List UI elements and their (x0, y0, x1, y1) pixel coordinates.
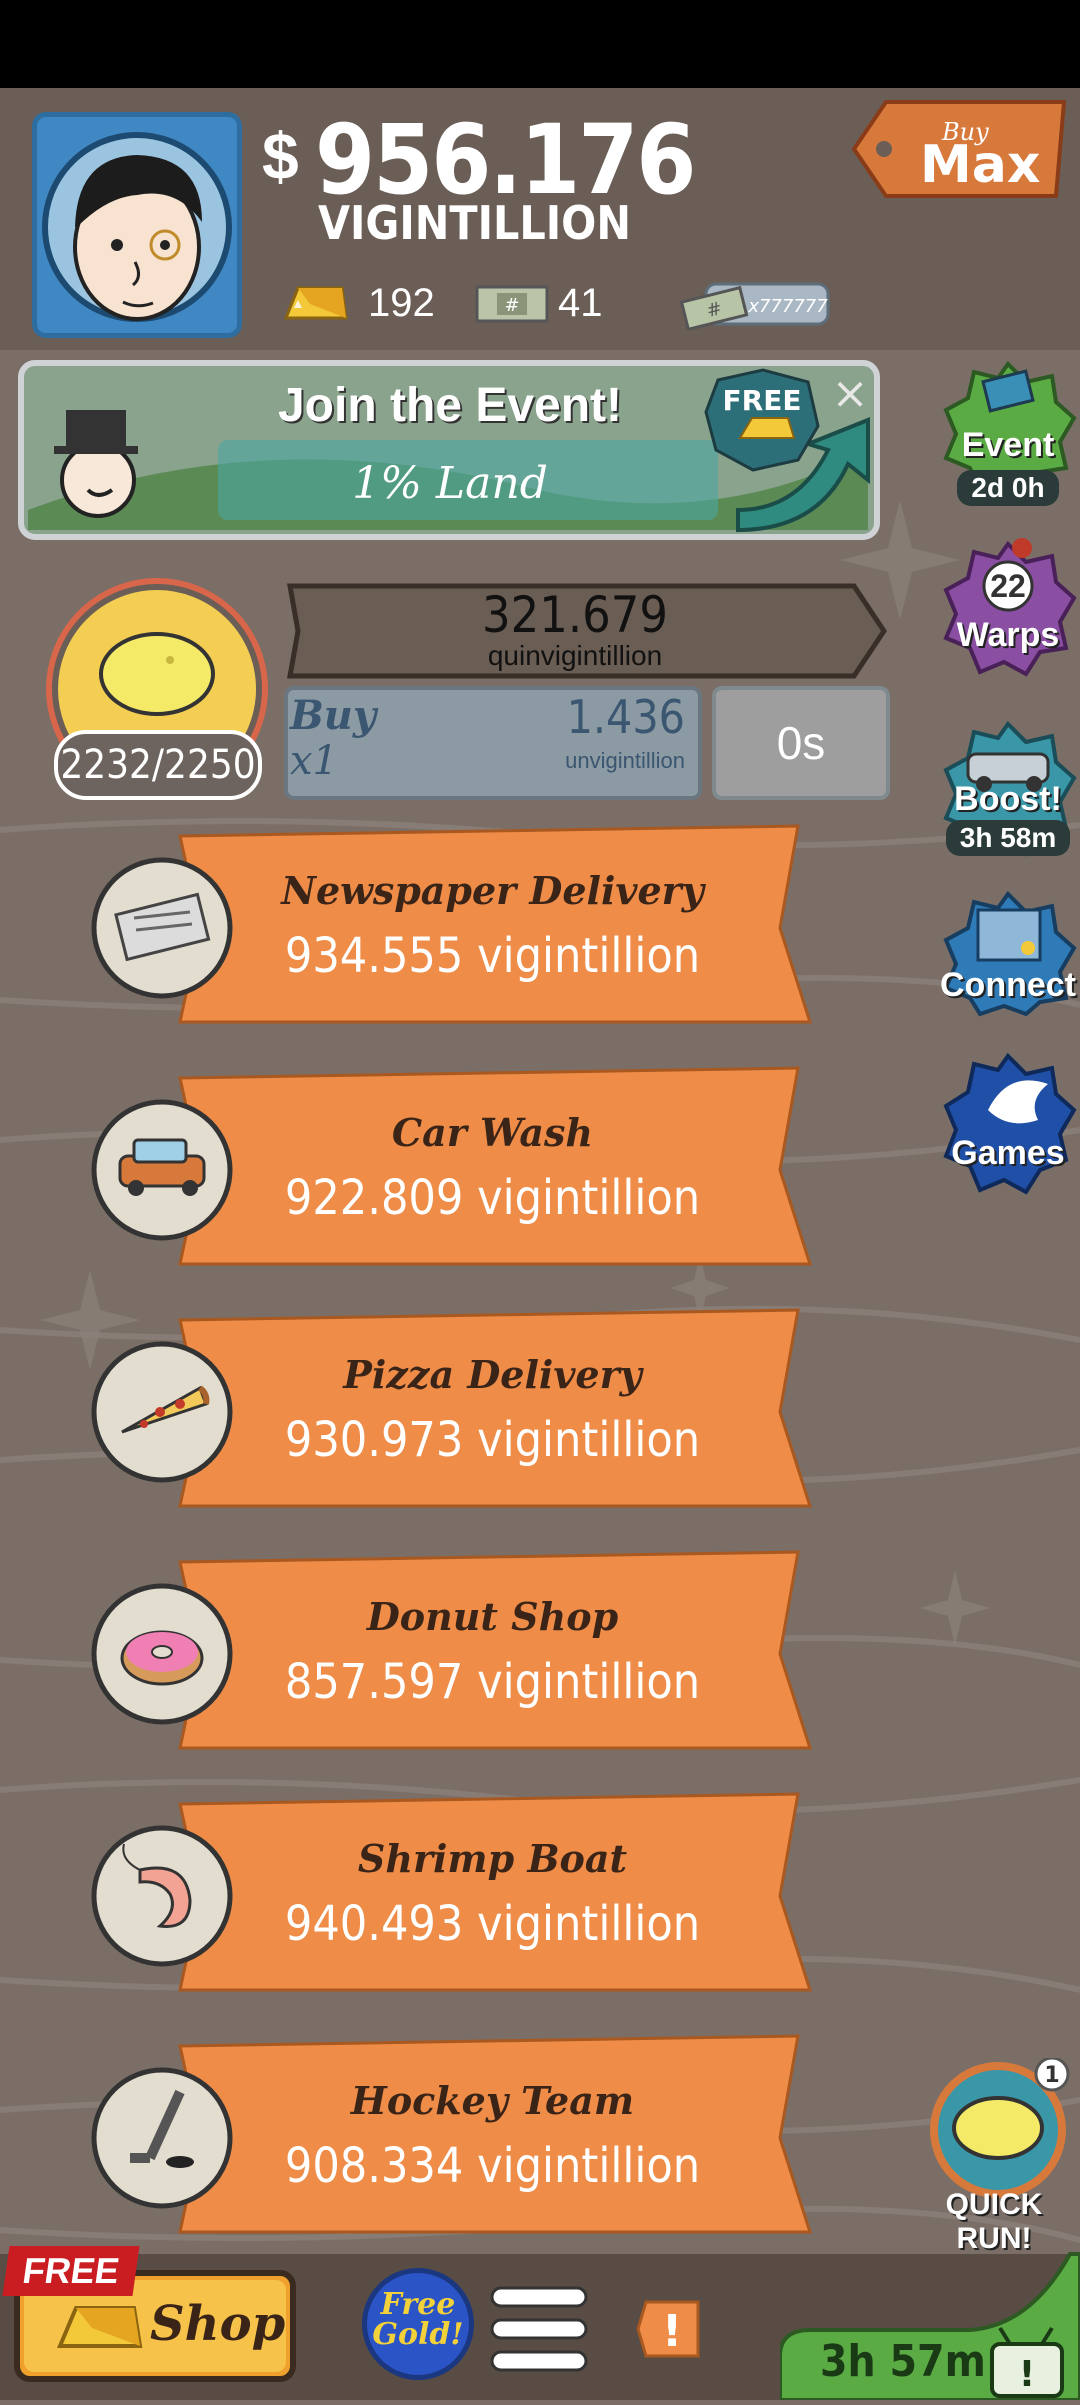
business-value: 922.809 vigintillion (284, 1170, 701, 1226)
business-name: Newspaper Delivery (281, 868, 704, 913)
business-name: Hockey Team (350, 2078, 635, 2123)
lemonade-owned-progress: 2232/2250 (54, 730, 262, 800)
alert-icon[interactable]: ! (636, 2298, 702, 2365)
event-subtitle: 1% Land (352, 458, 548, 509)
business-value: 908.334 vigintillion (284, 2138, 701, 2194)
cash-currency-symbol: $ (262, 119, 299, 193)
svg-text:!: ! (1019, 2354, 1035, 2395)
megabucks-icon: # (475, 285, 549, 328)
close-icon[interactable]: × (832, 368, 869, 419)
games-label: Games (951, 1134, 1065, 1172)
business-name: Shrimp Boat (357, 1836, 628, 1881)
warps-label: Warps (956, 616, 1060, 654)
cash-unit: VIGINTILLION (318, 196, 631, 250)
buy-max-label: Max (920, 135, 1040, 195)
business-value: 934.555 vigintillion (284, 928, 701, 984)
boost-label: Boost! (954, 780, 1062, 818)
lemon-icon (99, 632, 215, 716)
business-name: Car Wash (391, 1110, 594, 1155)
warps-badge-icon (943, 538, 1077, 677)
megabucks-count: 41 (558, 281, 603, 325)
business-row[interactable] (90, 1548, 820, 1758)
business-value: 857.597 vigintillion (284, 1654, 701, 1710)
business-row[interactable] (90, 1064, 820, 1274)
buy-cost: 1.436 (566, 690, 685, 744)
gold-count: 192 (368, 281, 435, 325)
business-row[interactable] (90, 1306, 820, 1516)
shop-free-tag: FREE (2, 2246, 140, 2296)
connect-label: Connect (940, 966, 1076, 1004)
lemonade-revenue-amount: 321.679 (482, 586, 668, 644)
business-row[interactable] (90, 2032, 820, 2242)
business-name: Donut Shop (366, 1594, 619, 1639)
buy-max-button[interactable]: Buy Max (850, 94, 1072, 209)
buy-cost-unit: unvigintillion (565, 748, 685, 773)
shop-label: Shop (150, 2296, 286, 2352)
alert-symbol: ! (662, 2306, 682, 2357)
bill-icon[interactable]: # x777777 (676, 280, 832, 335)
event-timer: 2d 0h (957, 470, 1059, 506)
quick-run-count: 1 (1044, 2063, 1059, 2088)
event-title: Join the Event! (277, 379, 623, 432)
lemonade-revenue-unit: quinvigintillion (487, 640, 663, 671)
status-bar (0, 0, 1080, 88)
boost-button[interactable]: Boost! 3h 58m (938, 718, 1078, 863)
donut-icon (120, 1630, 204, 1686)
games-button[interactable]: Games (938, 1050, 1078, 1205)
buy-label: Buy (290, 692, 377, 739)
free-gold-label: Free Gold! (372, 2287, 464, 2352)
event-button[interactable]: Event 2d 0h (938, 358, 1078, 506)
free-badge-label: FREE (723, 384, 802, 417)
lemon-icon (952, 2096, 1044, 2160)
free-gold-badge: FREE (704, 368, 820, 472)
gold-bar-icon (280, 278, 350, 333)
event-label: Event (961, 426, 1055, 464)
manager-mascot-icon (54, 410, 138, 518)
business-row[interactable] (90, 822, 820, 1032)
menu-icon[interactable] (490, 2284, 588, 2379)
business-value: 940.493 vigintillion (284, 1896, 701, 1952)
business-name: Pizza Delivery (343, 1352, 642, 1397)
business-value: 930.973 vigintillion (284, 1412, 701, 1468)
warps-button[interactable]: 22 Warps (938, 538, 1078, 683)
buy-multiplier: x1 (290, 738, 339, 784)
quick-run-button[interactable]: 1 (918, 2056, 1078, 2203)
gold-bar-icon (54, 2296, 144, 2361)
games-badge-icon (943, 1052, 1077, 1195)
offline-timer-label: 3h 57m (820, 2336, 986, 2387)
manager-face-icon (42, 132, 232, 322)
lemonade-timer: 0s (712, 686, 890, 800)
connect-button[interactable]: Connect (938, 888, 1078, 1023)
bill-label: x777777 (747, 296, 828, 317)
warps-count: 22 (990, 568, 1026, 604)
boost-timer: 3h 58m (945, 820, 1071, 856)
business-row[interactable] (90, 1790, 820, 2000)
svg-text:#: # (504, 295, 519, 316)
avatar[interactable] (32, 112, 242, 338)
